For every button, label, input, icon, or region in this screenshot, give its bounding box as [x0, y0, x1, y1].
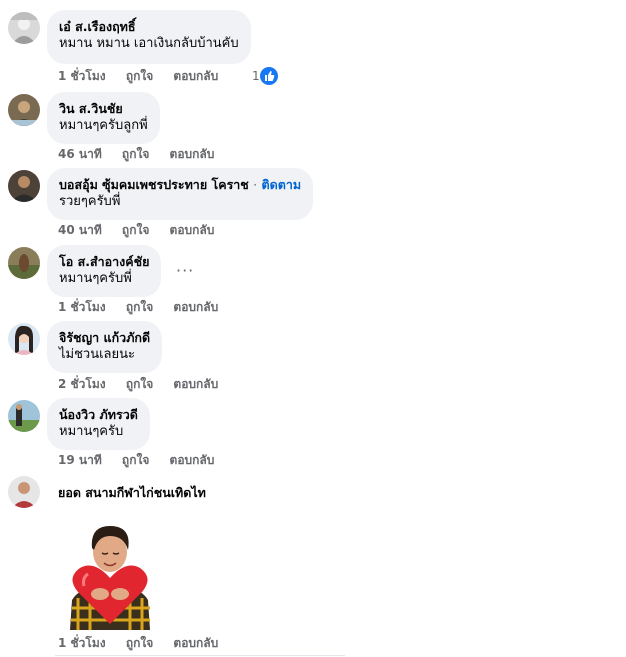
- avatar[interactable]: [8, 170, 40, 202]
- reply-button[interactable]: ตอบกลับ: [170, 147, 215, 161]
- heart-hug-sticker: [60, 520, 160, 630]
- comment-bubble: โอ ส.สำอางค์ชัย หมานๆครับพี่: [47, 245, 162, 297]
- follow-button[interactable]: ติดตาม: [262, 177, 302, 192]
- separator-dot: ·: [253, 177, 258, 192]
- comment-time[interactable]: 1 ชั่วโมง: [58, 636, 106, 650]
- comment-actions: 46 นาที ถูกใจ ตอบกลับ: [58, 146, 230, 162]
- comment-time[interactable]: 19 นาที: [58, 453, 102, 467]
- comment-actions: 19 นาที ถูกใจ ตอบกลับ: [58, 452, 230, 468]
- comment-author[interactable]: เอ๋ ส.เรืองฤทธิ์: [59, 18, 239, 35]
- like-button[interactable]: ถูกใจ: [122, 453, 149, 467]
- comment-time[interactable]: 1 ชั่วโมง: [58, 69, 106, 83]
- comment-feed: เอ๋ ส.เรืองฤทธิ์ หมาน หมาน เอาเงินกลับบ้…: [0, 0, 626, 657]
- comment-author[interactable]: วิน ส.วินชัย: [59, 100, 148, 117]
- like-button[interactable]: ถูกใจ: [122, 147, 149, 161]
- comment-bubble: จิรัชญา แก้วภักดี ไม่ชวนเลยนะ: [47, 321, 163, 373]
- comment-author[interactable]: น้องวิว ภัทรวดี: [59, 406, 138, 423]
- comment-actions: 1 ชั่วโมง ถูกใจ ตอบกลับ: [58, 635, 234, 651]
- like-button[interactable]: ถูกใจ: [126, 300, 153, 314]
- comment-text: รวยๆครับพี่: [59, 194, 121, 209]
- comment-author[interactable]: โอ ส.สำอางค์ชัย: [59, 253, 149, 270]
- comment-author[interactable]: บอสอุ้ม ซุ้มคมเพชรประทาย โคราช: [59, 177, 249, 192]
- reaction-count[interactable]: 1: [252, 67, 260, 85]
- reply-button[interactable]: ตอบกลับ: [173, 300, 218, 314]
- like-button[interactable]: ถูกใจ: [126, 636, 153, 650]
- comment-time[interactable]: 40 นาที: [58, 223, 102, 237]
- like-button[interactable]: ถูกใจ: [122, 223, 149, 237]
- avatar[interactable]: [8, 476, 40, 508]
- comment-text: หมานๆครับลูกพี่: [59, 118, 148, 133]
- comment-text: ไม่ชวนเลยนะ: [59, 347, 136, 362]
- comment-author[interactable]: จิรัชญา แก้วภักดี: [59, 329, 150, 346]
- comment-author[interactable]: ยอด สนามกีฬาไก่ชนเทิดไท: [58, 484, 206, 501]
- comment-author-row: บอสอุ้ม ซุ้มคมเพชรประทาย โคราช · ติดตาม: [59, 176, 301, 193]
- comment-bubble: น้องวิว ภัทรวดี หมานๆครับ: [47, 398, 150, 450]
- divider: [55, 655, 345, 656]
- thumbs-up-icon[interactable]: [260, 67, 278, 85]
- avatar[interactable]: [8, 12, 40, 44]
- comment-time[interactable]: 2 ชั่วโมง: [58, 377, 106, 391]
- avatar[interactable]: [8, 323, 40, 355]
- like-button[interactable]: ถูกใจ: [126, 69, 153, 83]
- reply-button[interactable]: ตอบกลับ: [170, 453, 215, 467]
- comment-text: หมานๆครับ: [59, 424, 124, 439]
- reply-button[interactable]: ตอบกลับ: [173, 69, 218, 83]
- comment-actions: 1 ชั่วโมง ถูกใจ ตอบกลับ: [58, 68, 234, 84]
- like-button[interactable]: ถูกใจ: [126, 377, 153, 391]
- comment-time[interactable]: 1 ชั่วโมง: [58, 300, 106, 314]
- reply-button[interactable]: ตอบกลับ: [173, 636, 218, 650]
- comment-bubble: วิน ส.วินชัย หมานๆครับลูกพี่: [47, 92, 160, 144]
- comment-actions: 1 ชั่วโมง ถูกใจ ตอบกลับ: [58, 299, 234, 315]
- comment-bubble: บอสอุ้ม ซุ้มคมเพชรประทาย โคราช · ติดตาม …: [47, 168, 314, 220]
- comment-actions: 2 ชั่วโมง ถูกใจ ตอบกลับ: [58, 376, 234, 392]
- avatar[interactable]: [8, 94, 40, 126]
- avatar[interactable]: [8, 400, 40, 432]
- comment-text: หมานๆครับพี่: [59, 271, 132, 286]
- avatar[interactable]: [8, 247, 40, 279]
- comment-bubble: เอ๋ ส.เรืองฤทธิ์ หมาน หมาน เอาเงินกลับบ้…: [47, 10, 251, 64]
- more-options-icon[interactable]: ···: [176, 261, 194, 280]
- reply-button[interactable]: ตอบกลับ: [173, 377, 218, 391]
- comment-time[interactable]: 46 นาที: [58, 147, 102, 161]
- comment-text: หมาน หมาน เอาเงินกลับบ้านคับ: [59, 36, 239, 51]
- comment-actions: 40 นาที ถูกใจ ตอบกลับ: [58, 222, 230, 238]
- reply-button[interactable]: ตอบกลับ: [170, 223, 215, 237]
